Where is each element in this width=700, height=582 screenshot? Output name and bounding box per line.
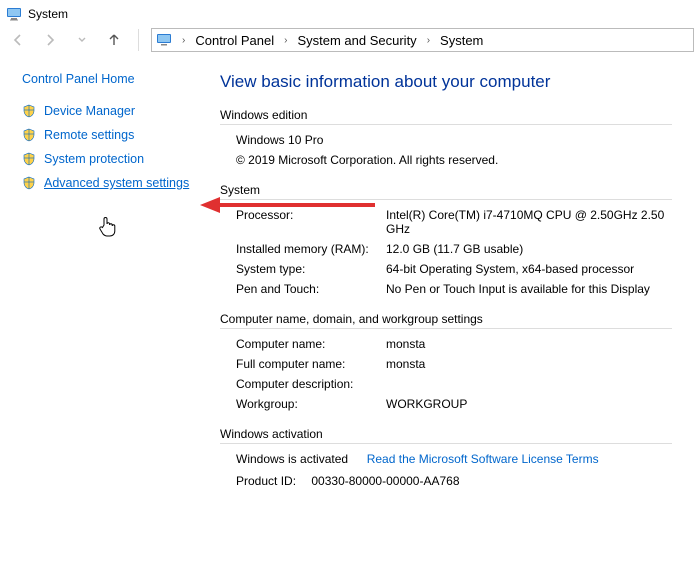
titlebar: System xyxy=(0,0,700,24)
label: Pen and Touch: xyxy=(236,282,386,296)
back-button[interactable] xyxy=(6,28,30,52)
product-id-row: Product ID: 00330-80000-00000-AA768 xyxy=(236,474,672,488)
sidebar-item-label: System protection xyxy=(44,152,144,166)
system-icon xyxy=(6,6,22,22)
control-panel-home-link[interactable]: Control Panel Home xyxy=(22,72,198,86)
navbar: › Control Panel › System and Security › … xyxy=(0,24,700,58)
copyright-text: © 2019 Microsoft Corporation. All rights… xyxy=(236,153,672,167)
label: Product ID: xyxy=(236,474,296,488)
main-panel: View basic information about your comput… xyxy=(210,58,700,580)
shield-icon xyxy=(22,152,36,166)
up-button[interactable] xyxy=(102,28,126,52)
value: WORKGROUP xyxy=(386,397,672,411)
window-title: System xyxy=(28,7,68,21)
sidebar-item-advanced-system-settings[interactable]: Advanced system settings xyxy=(22,176,198,190)
section-activation: Windows activation Windows is activated … xyxy=(220,427,672,488)
section-head: Windows activation xyxy=(220,427,672,444)
activation-status: Windows is activated xyxy=(236,452,348,466)
breadcrumb-seg-2[interactable]: System and Security xyxy=(297,33,416,48)
shield-icon xyxy=(22,104,36,118)
shield-icon xyxy=(22,128,36,142)
value: No Pen or Touch Input is available for t… xyxy=(386,282,672,296)
row-workgroup: Workgroup: WORKGROUP xyxy=(236,397,672,411)
license-terms-link[interactable]: Read the Microsoft Software License Term… xyxy=(367,452,599,466)
label: System type: xyxy=(236,262,386,276)
label: Workgroup: xyxy=(236,397,386,411)
value: monsta xyxy=(386,337,672,351)
row-ram: Installed memory (RAM): 12.0 GB (11.7 GB… xyxy=(236,242,672,256)
label: Processor: xyxy=(236,208,386,236)
section-identity: Computer name, domain, and workgroup set… xyxy=(220,312,672,411)
row-pen-touch: Pen and Touch: No Pen or Touch Input is … xyxy=(236,282,672,296)
label: Computer name: xyxy=(236,337,386,351)
section-head: System xyxy=(220,183,672,200)
value xyxy=(386,377,672,391)
row-full-computer-name: Full computer name: monsta xyxy=(236,357,672,371)
page-title: View basic information about your comput… xyxy=(220,72,672,92)
edition-name: Windows 10 Pro xyxy=(236,133,672,147)
value: Intel(R) Core(TM) i7-4710MQ CPU @ 2.50GH… xyxy=(386,208,672,236)
row-computer-name: Computer name: monsta xyxy=(236,337,672,351)
label: Computer description: xyxy=(236,377,386,391)
chevron-right-icon[interactable]: › xyxy=(178,35,189,46)
sidebar-item-system-protection[interactable]: System protection xyxy=(22,152,198,166)
section-head: Computer name, domain, and workgroup set… xyxy=(220,312,672,329)
address-bar[interactable]: › Control Panel › System and Security › … xyxy=(151,28,694,52)
value: 00330-80000-00000-AA768 xyxy=(311,474,459,488)
section-head: Windows edition xyxy=(220,108,672,125)
content: Control Panel Home Device Manager Remote… xyxy=(0,58,700,580)
nav-separator xyxy=(138,29,139,51)
sidebar-item-remote-settings[interactable]: Remote settings xyxy=(22,128,198,142)
activation-status-row: Windows is activated Read the Microsoft … xyxy=(236,452,672,466)
shield-icon xyxy=(22,176,36,190)
chevron-right-icon[interactable]: › xyxy=(423,35,434,46)
sidebar-item-label: Remote settings xyxy=(44,128,134,142)
value: 64-bit Operating System, x64-based proce… xyxy=(386,262,672,276)
value: monsta xyxy=(386,357,672,371)
sidebar-item-label: Advanced system settings xyxy=(44,176,189,190)
row-processor: Processor: Intel(R) Core(TM) i7-4710MQ C… xyxy=(236,208,672,236)
monitor-icon xyxy=(156,32,172,48)
recent-locations-button[interactable] xyxy=(70,28,94,52)
forward-button[interactable] xyxy=(38,28,62,52)
label: Full computer name: xyxy=(236,357,386,371)
label: Installed memory (RAM): xyxy=(236,242,386,256)
sidebar-item-device-manager[interactable]: Device Manager xyxy=(22,104,198,118)
row-computer-description: Computer description: xyxy=(236,377,672,391)
row-system-type: System type: 64-bit Operating System, x6… xyxy=(236,262,672,276)
section-windows-edition: Windows edition Windows 10 Pro © 2019 Mi… xyxy=(220,108,672,167)
value: 12.0 GB (11.7 GB usable) xyxy=(386,242,672,256)
breadcrumb-seg-3[interactable]: System xyxy=(440,33,483,48)
chevron-right-icon[interactable]: › xyxy=(280,35,291,46)
breadcrumb-seg-1[interactable]: Control Panel xyxy=(195,33,274,48)
sidebar-item-label: Device Manager xyxy=(44,104,135,118)
sidebar: Control Panel Home Device Manager Remote… xyxy=(0,58,210,580)
section-system: System Processor: Intel(R) Core(TM) i7-4… xyxy=(220,183,672,296)
